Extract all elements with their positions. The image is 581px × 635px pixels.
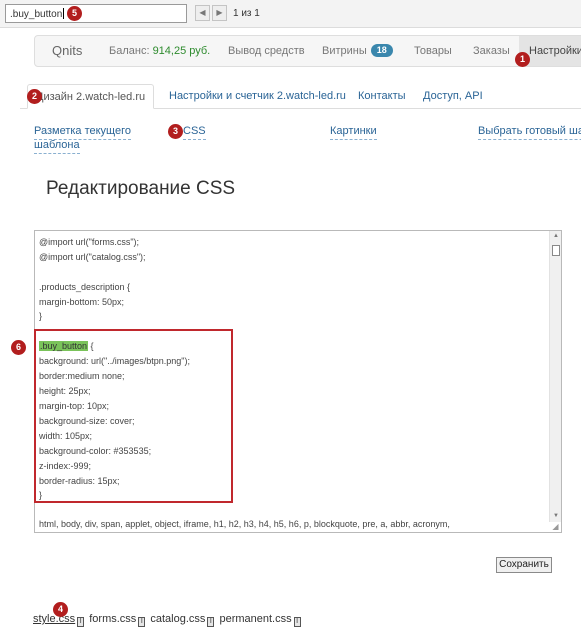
brand-logo[interactable]: Qnits [52,36,82,66]
balance-value: 914,25 руб. [152,45,211,57]
file-name: catalog.css [150,613,206,625]
resize-grip-icon[interactable]: ◢ [551,522,560,531]
code-line: border-radius: 15px; [39,476,120,486]
code-line: } [39,490,43,500]
annotation-marker-4: 4 [53,602,68,617]
find-query: .buy_button [10,9,63,20]
showcases-count-badge: 18 [370,44,393,57]
nav-withdraw[interactable]: Вывод средств [228,36,305,66]
text-cursor-icon: I [207,617,215,627]
subnav-css[interactable]: CSS [183,124,206,140]
nav-showcases-label: Витрины [322,45,367,57]
subnav-choose-template[interactable]: Выбрать готовый шаблон [478,124,581,140]
scroll-down-arrow-icon[interactable]: ▼ [551,512,561,521]
text-cursor-icon: I [138,617,146,627]
code-line: .products_description { [39,282,131,292]
code-line-buy-button: .buy_button { [39,341,94,351]
file-catalog-css[interactable]: catalog.css [150,613,205,625]
code-line: height: 25px; [39,386,91,396]
code-line: } [39,311,43,321]
find-next-button[interactable]: ▶ [212,5,227,21]
code-line: width: 105px; [39,431,93,441]
code-line: border:medium none; [39,371,125,381]
file-name: permanent.css [219,613,292,625]
nav-goods[interactable]: Товары [414,36,452,66]
editor-scrollbar[interactable]: ▲ ▼ [549,231,561,522]
search-highlight: .buy_button [39,341,89,351]
annotation-marker-1: 1 [515,52,530,67]
subnav-images[interactable]: Картинки [330,124,377,140]
annotation-marker-3: 3 [168,124,183,139]
balance: Баланс: 914,25 руб. [109,36,210,66]
css-file-list: style.css I forms.css I catalog.css I perma… [33,613,303,627]
nav-showcases[interactable]: Витрины 18 [322,36,393,66]
text-cursor-icon: I [77,617,85,627]
code-line: margin-top: 10px; [39,401,110,411]
scroll-up-arrow-icon[interactable]: ▲ [551,232,561,241]
nav-orders[interactable]: Заказы [473,36,510,66]
code-line: z-index:-999; [39,461,92,471]
tab-access-api[interactable]: Доступ, API [423,84,483,109]
scrollbar-thumb[interactable] [552,245,560,256]
text-caret [63,8,65,19]
find-prev-button[interactable]: ◀ [195,5,210,21]
file-forms-css[interactable]: forms.css [89,613,136,625]
tab-contacts[interactable]: Контакты [358,84,406,109]
annotation-marker-2: 2 [27,89,42,104]
code-line: html, body, div, span, applet, object, i… [39,519,450,529]
file-style-css[interactable]: style.css [33,613,75,625]
code-line: @import url("forms.css"); [39,237,140,247]
page-title: Редактирование CSS [46,178,236,199]
code-line: background-color: #353535; [39,446,152,456]
code-line: background: url("../images/btpn.png"); [39,356,190,366]
css-editor-textarea[interactable]: @import url("forms.css"); @import url("c… [34,230,562,533]
file-name: style.css [33,613,76,625]
find-input[interactable]: .buy_button [5,4,187,23]
save-button[interactable]: Сохранить [496,557,552,573]
code-line: @import url("catalog.css"); [39,252,146,262]
find-match-count: 1 из 1 [233,8,260,19]
annotation-marker-5: 5 [67,6,82,21]
subnav-template-markup-line2[interactable]: шаблона [34,138,80,154]
balance-label: Баланс: [109,45,153,57]
file-name: forms.css [89,613,137,625]
annotation-marker-6: 6 [11,340,26,355]
text-cursor-icon: I [293,617,301,627]
code-line: margin-bottom: 50px; [39,297,125,307]
file-permanent-css[interactable]: permanent.css [219,613,291,625]
tab-settings-counter[interactable]: Настройки и счетчик 2.watch-led.ru [169,84,346,109]
tab-design[interactable]: Дизайн 2.watch-led.ru [27,84,155,109]
top-navbar: Qnits Баланс: 914,25 руб. Вывод средств … [34,35,581,67]
find-bar: .buy_button ◀ ▶ 1 из 1 [0,0,581,28]
code-line: background-size: cover; [39,416,135,426]
